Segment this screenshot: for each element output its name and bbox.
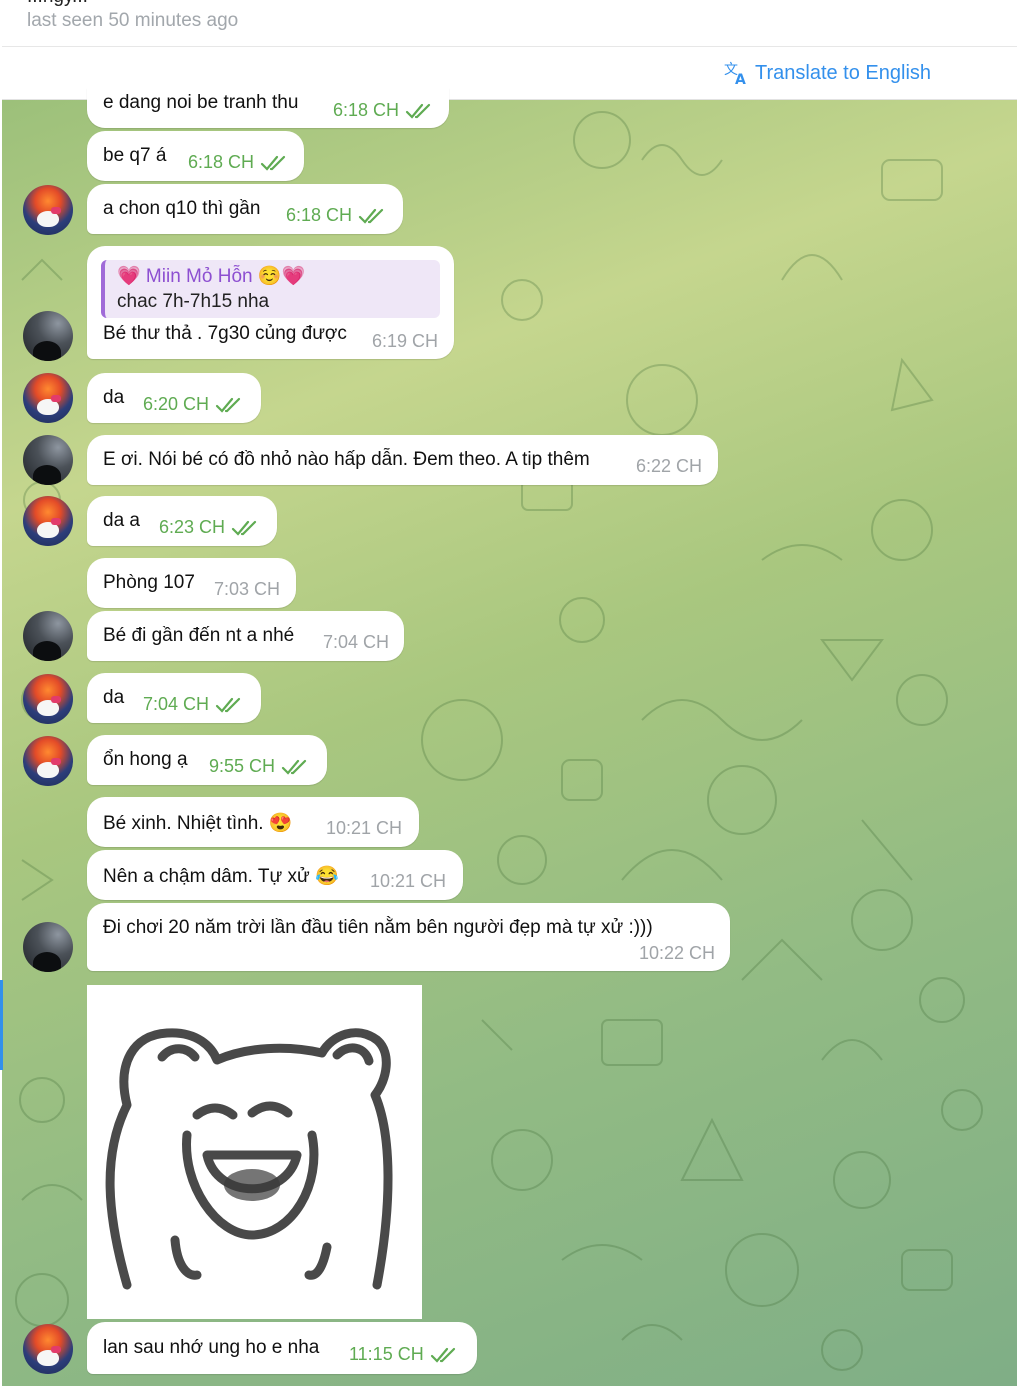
contact-avatar[interactable] (23, 435, 73, 485)
message-text: a chon q10 thì gần (103, 198, 261, 219)
message-text: be q7 á (103, 145, 167, 166)
read-check-icon (215, 397, 241, 413)
message-time: 6:18 CH (188, 152, 288, 173)
last-seen-status: last seen 50 minutes ago (27, 10, 239, 31)
message-time: 6:20 CH (143, 394, 243, 415)
message-text: Bé đi gần đến nt a nhé (103, 625, 295, 646)
message-text: Bé thư thả . 7g30 củng được (103, 323, 347, 344)
chat-header: ...ngy... last seen 50 minutes ago (2, 0, 1017, 47)
my-avatar[interactable] (23, 496, 73, 546)
message-time: 6:18 CH (333, 100, 433, 121)
reply-author: 💗 Miin Mỏ Hỗn ☺️💗 (117, 266, 306, 287)
message-bubble[interactable]: Bé xinh. Nhiệt tình. 😍 10:21 CH (87, 797, 419, 847)
message-bubble[interactable]: ổn hong ạ 9:55 CH (87, 735, 327, 785)
message-bubble[interactable]: da 7:04 CH (87, 673, 261, 723)
message-text: Nên a chậm dâm. Tự xử 😂 (103, 866, 339, 887)
message-bubble[interactable]: da 6:20 CH (87, 373, 261, 423)
message-time: 6:22 CH (636, 456, 703, 476)
message-text: e dang noi be tranh thu (103, 92, 299, 113)
chat-title[interactable]: ...ngy... (27, 0, 88, 8)
message-time: 10:21 CH (326, 818, 403, 838)
svg-text:A: A (735, 72, 746, 86)
read-check-icon (430, 1347, 455, 1363)
message-time: 10:21 CH (370, 871, 447, 891)
translate-icon: 文 A (724, 62, 746, 86)
message-time: 6:19 CH (372, 331, 439, 351)
read-check-icon (231, 520, 257, 536)
message-text: lan sau nhớ ung ho e nha (103, 1337, 320, 1358)
message-bubble[interactable]: a chon q10 thì gần 6:18 CH (87, 184, 403, 234)
my-avatar[interactable] (23, 736, 73, 786)
read-check-icon (405, 103, 431, 119)
read-check-icon (215, 697, 241, 713)
message-bubble[interactable]: 💗 Miin Mỏ Hỗn ☺️💗 chac 7h-7h15 nha Bé th… (87, 246, 454, 359)
message-text: da (103, 687, 125, 708)
message-bubble[interactable]: da a 6:23 CH (87, 496, 277, 546)
contact-avatar[interactable] (23, 922, 73, 972)
contact-avatar[interactable] (23, 611, 73, 661)
message-bubble[interactable]: Bé đi gần đến nt a nhé 7:04 CH (87, 611, 404, 661)
reply-text: chac 7h-7h15 nha (117, 291, 270, 312)
my-avatar[interactable] (23, 1324, 73, 1374)
reply-quote[interactable]: 💗 Miin Mỏ Hỗn ☺️💗 chac 7h-7h15 nha (101, 260, 440, 318)
message-bubble[interactable]: E ơi. Nói bé có đồ nhỏ nào hấp dẫn. Đem … (87, 435, 718, 485)
message-time: 6:23 CH (159, 517, 259, 538)
message-text: da a (103, 510, 140, 531)
my-avatar[interactable] (23, 674, 73, 724)
bear-laughing-sticker[interactable] (87, 985, 422, 1319)
message-text: Đi chơi 20 năm trời lần đầu tiên nằm bên… (103, 917, 653, 938)
message-time: 6:18 CH (286, 205, 386, 226)
message-bubble[interactable]: Đi chơi 20 năm trời lần đầu tiên nằm bên… (87, 903, 730, 971)
selection-edge (0, 980, 3, 1070)
bear-sticker-image (105, 1028, 393, 1290)
message-time: 10:22 CH (639, 943, 716, 963)
message-text: Bé xinh. Nhiệt tình. 😍 (103, 813, 293, 834)
translate-label: Translate to English (755, 61, 932, 84)
message-bubble[interactable]: Phòng 107 7:03 CH (87, 558, 296, 608)
my-avatar[interactable] (23, 185, 73, 235)
read-check-icon (260, 155, 286, 171)
message-time: 7:04 CH (323, 632, 390, 652)
message-text: ổn hong ạ (103, 749, 188, 770)
my-avatar[interactable] (23, 373, 73, 423)
message-text: E ơi. Nói bé có đồ nhỏ nào hấp dẫn. Đem … (103, 449, 590, 470)
message-bubble[interactable]: e dang noi be tranh thu 6:18 CH (87, 88, 449, 128)
message-text: Phòng 107 (103, 572, 195, 593)
message-bubble[interactable]: Nên a chậm dâm. Tự xử 😂 10:21 CH (87, 850, 463, 900)
read-check-icon (281, 759, 307, 775)
message-bubble[interactable]: be q7 á 6:18 CH (87, 131, 304, 181)
message-time: 7:03 CH (214, 579, 281, 599)
message-time: 7:04 CH (143, 694, 243, 715)
message-time: 11:15 CH (349, 1344, 458, 1365)
contact-avatar[interactable] (23, 311, 73, 361)
message-bubble[interactable]: lan sau nhớ ung ho e nha 11:15 CH (87, 1322, 477, 1374)
message-time: 9:55 CH (209, 756, 309, 777)
read-check-icon (358, 208, 384, 224)
translate-button[interactable]: 文 A Translate to English (723, 59, 931, 87)
message-text: da (103, 387, 125, 408)
